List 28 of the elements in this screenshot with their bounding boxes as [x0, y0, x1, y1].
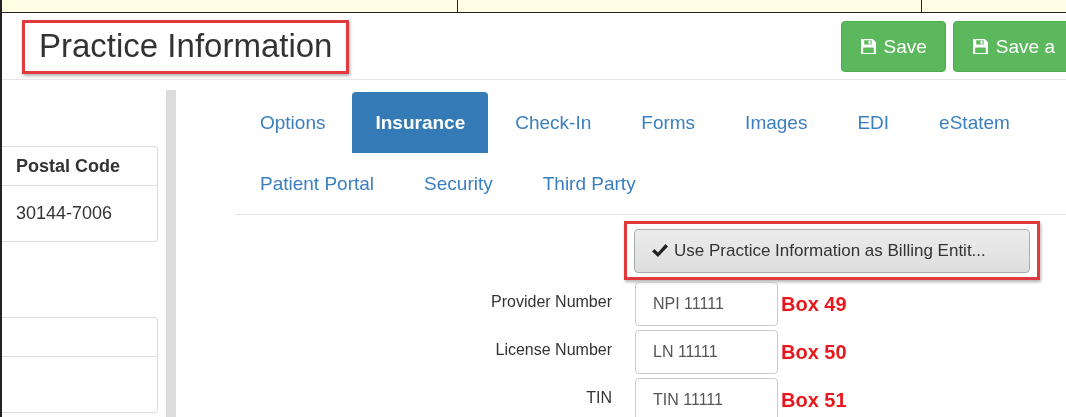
- check-icon: [651, 242, 669, 259]
- field-label: TIN: [585, 389, 612, 407]
- field-label: License Number: [494, 341, 612, 359]
- tab[interactable]: Images: [722, 92, 831, 153]
- page-title: Practice Information: [39, 27, 333, 65]
- input-field[interactable]: NPI 11111: [635, 282, 778, 326]
- save-button[interactable]: Save: [840, 21, 946, 72]
- table-cell-text: 30144-7006: [15, 202, 114, 225]
- annotation-note: Box 49: [781, 292, 847, 316]
- annotation-note: Box 50: [781, 340, 847, 364]
- tab[interactable]: Security: [401, 153, 516, 214]
- tab[interactable]: eStatem: [916, 92, 1033, 153]
- input-field[interactable]: TIN 11111: [635, 378, 778, 417]
- billing-entity-button[interactable]: Use Practice Information as Billing Entit...: [634, 228, 1030, 273]
- save-button[interactable]: Save a: [952, 21, 1066, 72]
- annotation-note: Box 51: [781, 388, 847, 412]
- tab[interactable]: Patient Portal: [237, 153, 398, 214]
- tab[interactable]: Insurance: [352, 92, 489, 153]
- save-icon: [859, 38, 877, 55]
- input-field[interactable]: LN 11111: [635, 330, 778, 374]
- tab[interactable]: Forms: [618, 92, 719, 153]
- tab[interactable]: Check-In: [492, 92, 615, 153]
- tab[interactable]: Third Party: [519, 153, 659, 214]
- field-label: Provider Number: [490, 293, 612, 311]
- tab[interactable]: Options: [237, 92, 349, 153]
- column-header: Postal Code: [2, 147, 157, 186]
- save-icon: [971, 38, 989, 55]
- tab[interactable]: EDI: [834, 92, 913, 153]
